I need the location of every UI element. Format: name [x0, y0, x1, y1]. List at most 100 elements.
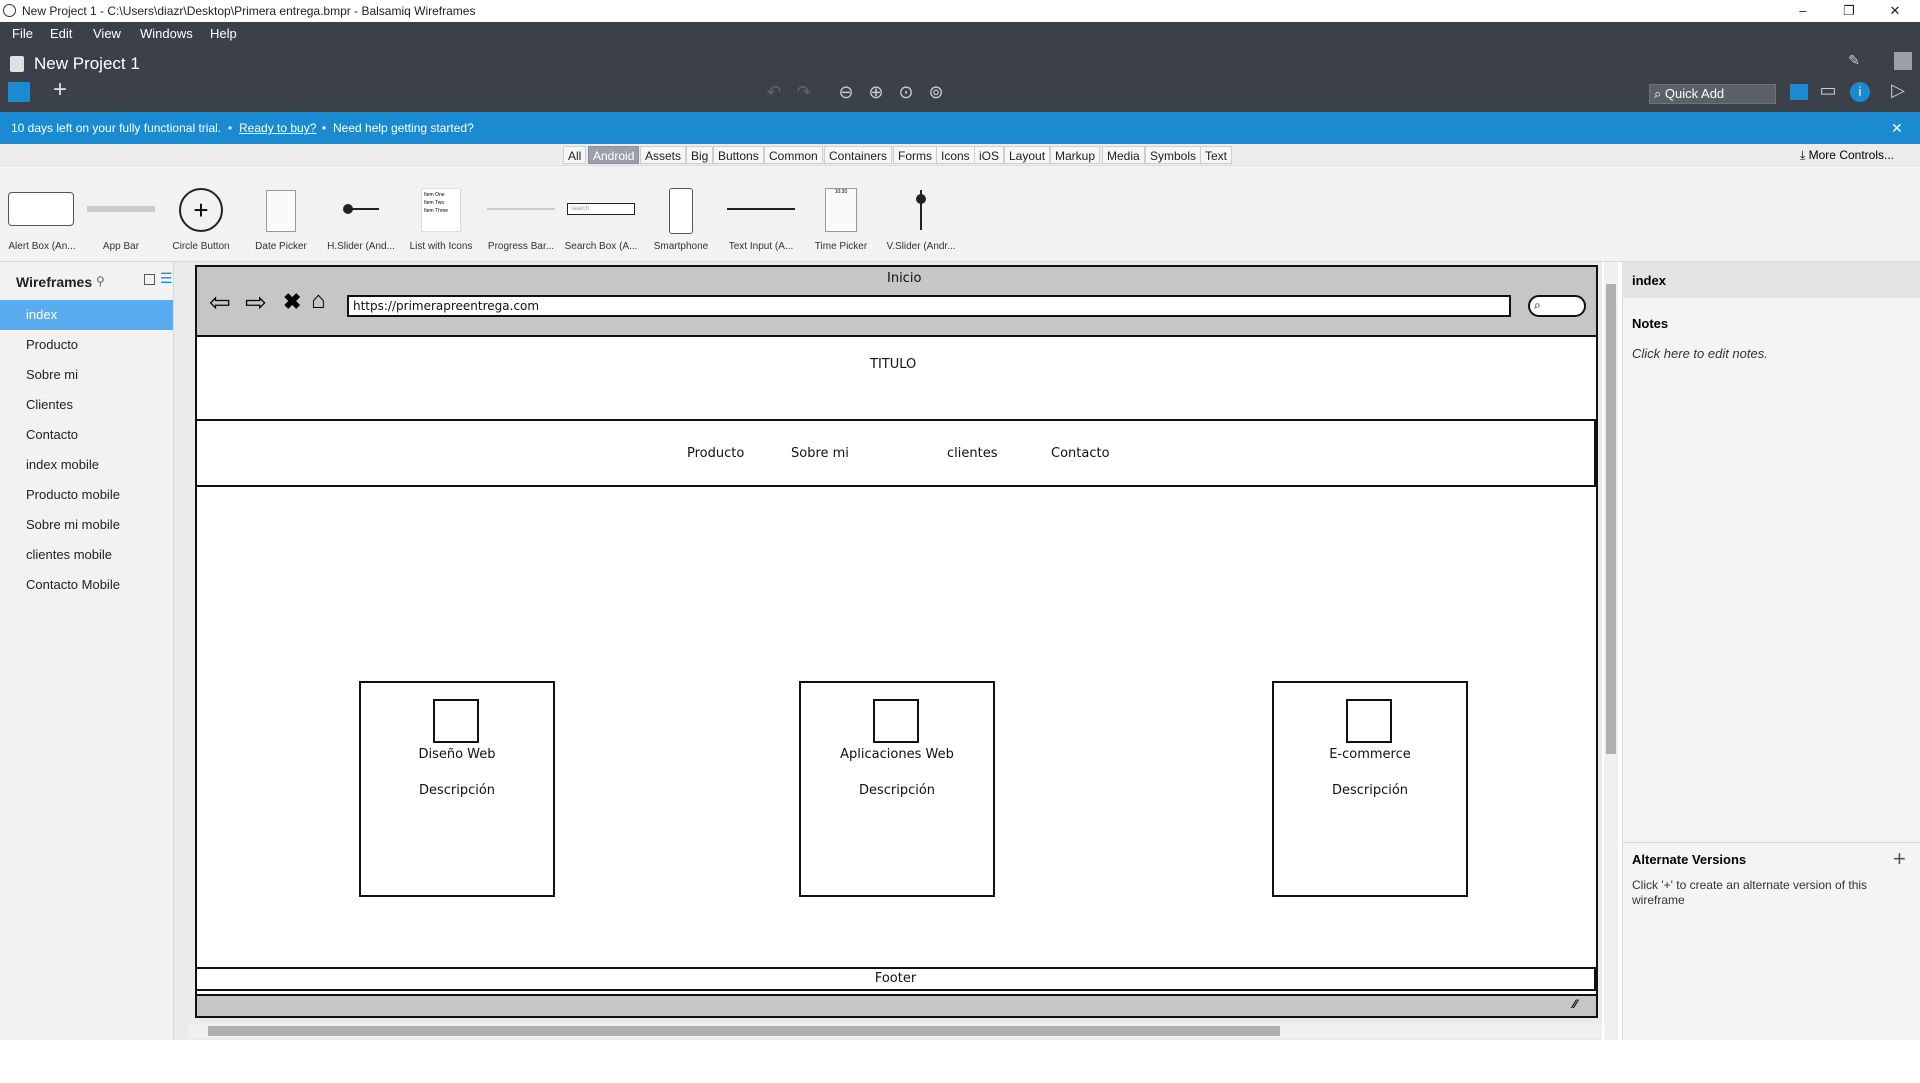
list-view-icon[interactable]: ☰: [160, 270, 173, 287]
alert-box-thumb: [8, 192, 74, 226]
filter-icon[interactable]: ⚲: [96, 274, 105, 288]
lib-label: Text Input (A...: [728, 241, 794, 252]
lib-progress-bar[interactable]: Progress Bar...: [479, 170, 563, 258]
minimize-button[interactable]: –: [1780, 0, 1826, 22]
cat-layout[interactable]: Layout: [1004, 146, 1051, 164]
nav-clientes[interactable]: clientes: [947, 446, 997, 461]
info-icon[interactable]: i: [1850, 82, 1870, 102]
undo-icon[interactable]: ↶: [762, 82, 786, 106]
add-icon[interactable]: +: [48, 78, 72, 104]
page-sobre-mi[interactable]: Sobre mi: [0, 360, 173, 390]
stop-icon[interactable]: ✖: [283, 289, 301, 315]
buy-link[interactable]: Ready to buy?: [239, 112, 316, 144]
lib-text-input[interactable]: Text Input (A...: [719, 170, 803, 258]
trial-info-bar: 10 days left on your fully functional tr…: [0, 112, 1920, 144]
wireframes-view-icon[interactable]: [8, 82, 30, 102]
zoom-out-icon[interactable]: ⊖: [834, 82, 858, 106]
page-index[interactable]: index: [0, 300, 173, 330]
nav-producto[interactable]: Producto: [687, 446, 744, 461]
cat-assets[interactable]: Assets: [640, 146, 687, 164]
edit-pencil-icon[interactable]: ✎: [1842, 50, 1866, 74]
notes-header: Notes: [1632, 316, 1669, 331]
comments-icon[interactable]: ▭: [1816, 80, 1840, 104]
add-version-icon[interactable]: +: [1893, 846, 1906, 872]
ui-library-icon[interactable]: [1790, 84, 1808, 100]
lib-time-picker[interactable]: 10:30 Time Picker: [799, 170, 883, 258]
lib-label: List with Icons: [409, 241, 473, 252]
user-avatar[interactable]: [1894, 52, 1912, 70]
service-card[interactable]: E-commerce Descripción: [1272, 681, 1468, 897]
page-clientes-mobile[interactable]: clientes mobile: [0, 540, 173, 570]
lib-search-box[interactable]: search Search Box (A...: [559, 170, 643, 258]
lib-alert-box[interactable]: Alert Box (An...: [0, 170, 84, 258]
page-contacto-mobile[interactable]: Contacto Mobile: [0, 570, 173, 600]
close-trial-icon[interactable]: ✕: [1891, 112, 1903, 144]
more-controls-label: More Controls...: [1808, 148, 1894, 162]
cat-android[interactable]: Android: [588, 146, 640, 164]
browser-mockup[interactable]: Inicio ⇦ ⇨ ✖ ⌂ https://primerapreentrega…: [195, 265, 1598, 1018]
cat-big[interactable]: Big: [686, 146, 714, 164]
close-button[interactable]: ✕: [1872, 0, 1918, 22]
notes-placeholder[interactable]: Click here to edit notes.: [1632, 346, 1768, 361]
vertical-scroll-thumb[interactable]: [1606, 284, 1616, 754]
project-icon: [10, 56, 24, 72]
zoom-in-icon[interactable]: ⊕: [864, 82, 888, 106]
page-clientes[interactable]: Clientes: [0, 390, 173, 420]
cat-markup[interactable]: Markup: [1050, 146, 1101, 164]
page-producto[interactable]: Producto: [0, 330, 173, 360]
cat-forms[interactable]: Forms: [893, 146, 937, 164]
menu-file[interactable]: File: [12, 26, 33, 41]
thumbnail-view-icon[interactable]: [144, 274, 155, 285]
page-sobre-mi-mobile[interactable]: Sobre mi mobile: [0, 510, 173, 540]
menu-windows[interactable]: Windows: [140, 26, 193, 41]
cat-icons[interactable]: Icons: [936, 146, 975, 164]
horizontal-scroll-thumb[interactable]: [208, 1026, 1280, 1036]
lib-list-icons[interactable]: Item One Item Two Item Three List with I…: [399, 170, 483, 258]
vertical-scrollbar[interactable]: [1604, 262, 1618, 1040]
help-link[interactable]: Need help getting started?: [333, 112, 474, 144]
lib-label: Time Picker: [814, 241, 868, 252]
home-icon[interactable]: ⌂: [311, 287, 326, 315]
service-card[interactable]: Diseño Web Descripción: [359, 681, 555, 897]
cat-containers[interactable]: Containers: [824, 146, 893, 164]
url-bar[interactable]: https://primerapreentrega.com: [347, 295, 1511, 317]
zoom-fit-icon[interactable]: ⊚: [924, 82, 948, 106]
nav-sobre-mi[interactable]: Sobre mi: [791, 446, 849, 461]
cat-text[interactable]: Text: [1200, 146, 1233, 164]
back-arrow-icon[interactable]: ⇦: [209, 287, 231, 318]
menu-edit[interactable]: Edit: [50, 26, 72, 41]
lib-v-slider[interactable]: V.Slider (Andr...: [879, 170, 963, 258]
restore-button[interactable]: ❐: [1826, 0, 1872, 22]
search-pill[interactable]: ⌕: [1528, 295, 1586, 317]
cat-symbols[interactable]: Symbols: [1145, 146, 1202, 164]
redo-icon[interactable]: ↷: [792, 82, 816, 106]
page-producto-mobile[interactable]: Producto mobile: [0, 480, 173, 510]
resize-grip-icon[interactable]: ⁄⁄: [1573, 997, 1577, 1011]
cat-common[interactable]: Common: [764, 146, 823, 164]
cat-all[interactable]: All: [563, 146, 587, 164]
quick-add-input[interactable]: ⌕ Quick Add: [1649, 84, 1776, 104]
h-slider-knob: [343, 204, 353, 214]
zoom-actual-icon[interactable]: ⊙: [894, 82, 918, 106]
horizontal-scrollbar[interactable]: [188, 1024, 1602, 1038]
cat-ios[interactable]: iOS: [974, 146, 1005, 164]
list-icons-thumb: Item One Item Two Item Three: [421, 188, 461, 232]
menu-view[interactable]: View: [93, 26, 121, 41]
cat-media[interactable]: Media: [1102, 146, 1145, 164]
lib-circle-button[interactable]: + Circle Button: [159, 170, 243, 258]
editor-canvas[interactable]: Inicio ⇦ ⇨ ✖ ⌂ https://primerapreentrega…: [174, 262, 1618, 1040]
lib-app-bar[interactable]: App Bar: [79, 170, 163, 258]
service-card[interactable]: Aplicaciones Web Descripción: [799, 681, 995, 897]
more-controls-button[interactable]: ⤓ More Controls...: [1800, 148, 1894, 163]
forward-arrow-icon[interactable]: ⇨: [245, 287, 267, 318]
cat-buttons[interactable]: Buttons: [713, 146, 764, 164]
present-icon[interactable]: ▷: [1886, 80, 1910, 104]
page-contacto[interactable]: Contacto: [0, 420, 173, 450]
component-library: Alert Box (An... App Bar + Circle Button…: [0, 166, 1920, 262]
lib-h-slider[interactable]: H.Slider (And...: [319, 170, 403, 258]
menu-help[interactable]: Help: [210, 26, 237, 41]
nav-contacto[interactable]: Contacto: [1051, 446, 1110, 461]
lib-date-picker[interactable]: Date Picker: [239, 170, 323, 258]
lib-smartphone[interactable]: Smartphone: [639, 170, 723, 258]
page-index-mobile[interactable]: index mobile: [0, 450, 173, 480]
